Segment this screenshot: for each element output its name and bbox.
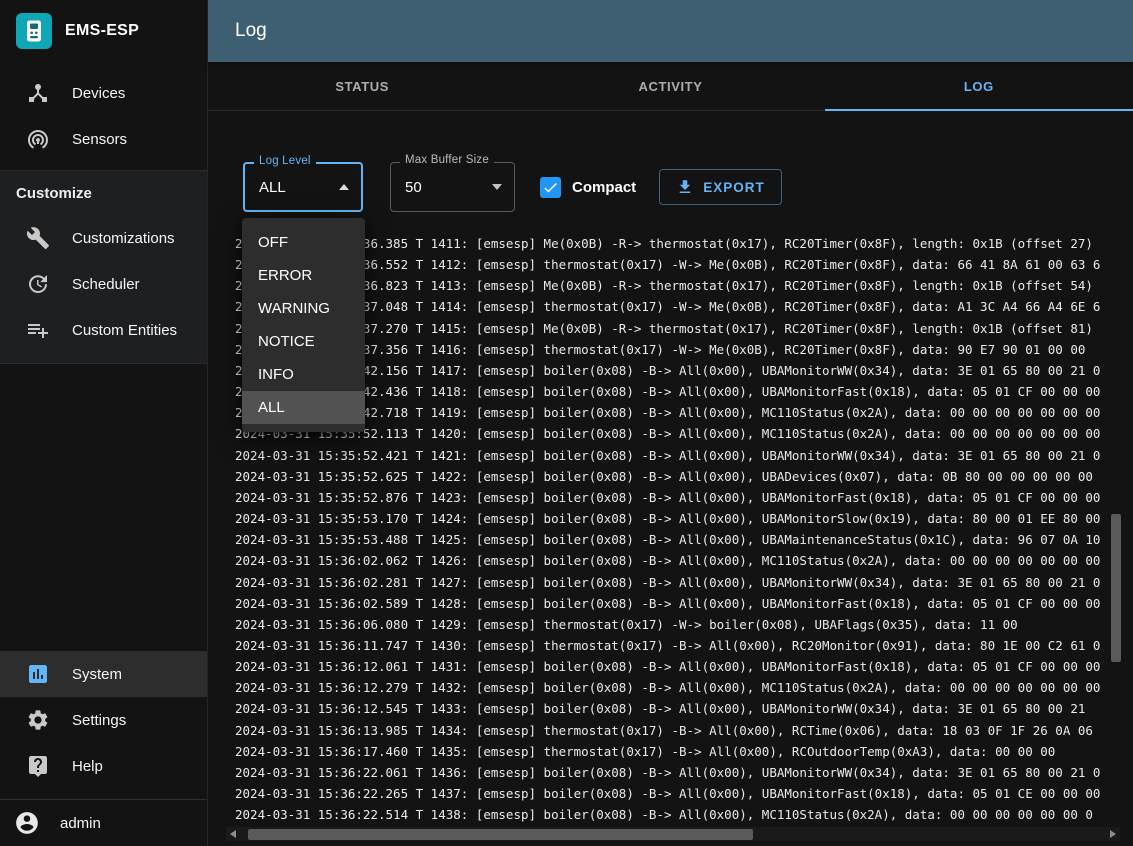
clock-update-icon: [26, 272, 50, 296]
wifi-tethering-icon: [26, 127, 50, 151]
tab-log[interactable]: LOG: [825, 62, 1133, 110]
sidebar-item-label: Customizations: [72, 230, 175, 247]
sidebar-header: EMS-ESP: [0, 0, 207, 62]
log-line: 2024-03-31 15:35:42.436 T 1418: [emsesp]…: [235, 381, 1133, 402]
ems-esp-app: EMS-ESP Devices Sensors Customize: [0, 0, 1133, 846]
sidebar-item-sensors[interactable]: Sensors: [0, 116, 207, 162]
sidebar: EMS-ESP Devices Sensors Customize: [0, 0, 208, 846]
bar-chart-icon: [26, 662, 50, 686]
horizontal-scrollbar-thumb[interactable]: [248, 829, 753, 840]
sidebar-nav-main: Devices Sensors: [0, 62, 207, 162]
horizontal-scrollbar[interactable]: [226, 827, 1120, 841]
menu-item-notice[interactable]: NOTICE: [242, 325, 365, 358]
boiler-logo-icon: [16, 13, 52, 49]
log-line: 2024-03-31 15:35:36.823 T 1413: [emsesp]…: [235, 275, 1133, 296]
log-line: 2024-03-31 15:36:22.061 T 1436: [emsesp]…: [235, 762, 1133, 783]
sidebar-item-custom-entities[interactable]: Custom Entities: [0, 307, 207, 353]
horizontal-scrollbar-track[interactable]: [236, 827, 1110, 841]
tab-status[interactable]: STATUS: [208, 62, 516, 110]
log-line: 2024-03-31 15:36:06.080 T 1429: [emsesp]…: [235, 614, 1133, 635]
user-account-row[interactable]: admin: [0, 800, 207, 846]
menu-item-all[interactable]: ALL: [242, 391, 365, 424]
log-line: 2024-03-31 15:36:13.985 T 1434: [emsesp]…: [235, 720, 1133, 741]
log-line: 2024-03-31 15:35:53.488 T 1425: [emsesp]…: [235, 529, 1133, 550]
sidebar-item-settings[interactable]: Settings: [0, 697, 207, 743]
caret-down-icon: [492, 184, 502, 190]
appbar: Log: [208, 0, 1133, 62]
log-controls: Log Level ALL Max Buffer Size 50 Compact…: [208, 111, 1133, 212]
sidebar-item-label: System: [72, 666, 122, 683]
sidebar-spacer: [0, 364, 207, 651]
compact-checkbox[interactable]: [540, 177, 561, 198]
log-line: 2024-03-31 15:36:02.281 T 1427: [emsesp]…: [235, 572, 1133, 593]
account-circle-icon: [14, 810, 40, 836]
log-line: 2024-03-31 15:36:17.460 T 1435: [emsesp]…: [235, 741, 1133, 762]
menu-item-warning[interactable]: WARNING: [242, 292, 365, 325]
gear-icon: [26, 708, 50, 732]
log-level-value: ALL: [245, 179, 286, 196]
compact-checkbox-row: Compact: [540, 177, 636, 198]
log-line: 2024-03-31 15:35:36.385 T 1411: [emsesp]…: [235, 233, 1133, 254]
log-line: 2024-03-31 15:36:02.062 T 1426: [emsesp]…: [235, 550, 1133, 571]
log-line: 2024-03-31 15:35:52.421 T 1421: [emsesp]…: [235, 445, 1133, 466]
log-line: 2024-03-31 15:35:52.625 T 1422: [emsesp]…: [235, 466, 1133, 487]
sidebar-item-customizations[interactable]: Customizations: [0, 215, 207, 261]
download-icon: [676, 178, 694, 196]
log-line: 2024-03-31 15:35:37.356 T 1416: [emsesp]…: [235, 339, 1133, 360]
caret-up-icon: [339, 184, 349, 190]
log-line: 2024-03-31 15:35:52.876 T 1423: [emsesp]…: [235, 487, 1133, 508]
sidebar-item-label: Help: [72, 758, 103, 775]
menu-item-error[interactable]: ERROR: [242, 259, 365, 292]
max-buffer-label: Max Buffer Size: [400, 154, 494, 166]
page-title: Log: [235, 20, 267, 42]
log-line: 2024-03-31 15:35:53.170 T 1424: [emsesp]…: [235, 508, 1133, 529]
log-line: 2024-03-31 15:36:22.265 T 1437: [emsesp]…: [235, 783, 1133, 804]
playlist-add-icon: [26, 318, 50, 342]
log-line: 2024-03-31 15:35:37.048 T 1414: [emsesp]…: [235, 296, 1133, 317]
tab-bar: STATUS ACTIVITY LOG: [208, 62, 1133, 111]
log-line: 2024-03-31 15:36:12.061 T 1431: [emsesp]…: [235, 656, 1133, 677]
log-level-select[interactable]: Log Level ALL: [243, 162, 363, 212]
log-line: 2024-03-31 15:35:36.552 T 1412: [emsesp]…: [235, 254, 1133, 275]
compact-checkbox-label: Compact: [572, 179, 636, 196]
export-button[interactable]: EXPORT: [659, 169, 782, 205]
log-level-menu: OFF ERROR WARNING NOTICE INFO ALL: [242, 218, 365, 432]
log-line: 2024-03-31 15:36:22.514 T 1438: [emsesp]…: [235, 804, 1133, 825]
wrench-icon: [26, 226, 50, 250]
sidebar-item-label: Sensors: [72, 131, 127, 148]
check-icon: [542, 179, 559, 196]
sidebar-item-label: Custom Entities: [72, 322, 177, 339]
menu-item-off[interactable]: OFF: [242, 226, 365, 259]
log-line: 2024-03-31 15:36:12.545 T 1433: [emsesp]…: [235, 698, 1133, 719]
log-line: 2024-03-31 15:35:42.156 T 1417: [emsesp]…: [235, 360, 1133, 381]
log-line: 2024-03-31 15:36:11.747 T 1430: [emsesp]…: [235, 635, 1133, 656]
log-line: 2024-03-31 15:35:37.270 T 1415: [emsesp]…: [235, 318, 1133, 339]
max-buffer-value: 50: [391, 179, 422, 196]
scroll-right-arrow-icon[interactable]: [1110, 830, 1116, 838]
brand-title: EMS-ESP: [65, 22, 139, 40]
sidebar-item-label: Settings: [72, 712, 126, 729]
log-line: 2024-03-31 15:35:52.113 T 1420: [emsesp]…: [235, 423, 1133, 444]
sidebar-item-help[interactable]: Help: [0, 743, 207, 789]
max-buffer-select[interactable]: Max Buffer Size 50: [390, 162, 515, 212]
menu-item-info[interactable]: INFO: [242, 358, 365, 391]
tab-activity[interactable]: ACTIVITY: [516, 62, 824, 110]
customize-section-label: Customize: [0, 171, 207, 215]
sidebar-item-scheduler[interactable]: Scheduler: [0, 261, 207, 307]
help-icon: [26, 754, 50, 778]
device-hub-icon: [26, 81, 50, 105]
vertical-scrollbar-thumb[interactable]: [1111, 514, 1121, 662]
sidebar-nav-bottom: System Settings Help: [0, 651, 207, 789]
sidebar-item-label: Devices: [72, 85, 125, 102]
user-name: admin: [60, 815, 101, 832]
sidebar-item-system[interactable]: System: [0, 651, 207, 697]
sidebar-item-label: Scheduler: [72, 276, 140, 293]
log-line: 2024-03-31 15:36:02.589 T 1428: [emsesp]…: [235, 593, 1133, 614]
customize-section: Customize Customizations Scheduler Custo…: [0, 170, 207, 364]
sidebar-item-devices[interactable]: Devices: [0, 70, 207, 116]
log-level-label: Log Level: [254, 155, 316, 167]
log-line: 2024-03-31 15:36:12.279 T 1432: [emsesp]…: [235, 677, 1133, 698]
log-line: 2024-03-31 15:35:42.718 T 1419: [emsesp]…: [235, 402, 1133, 423]
export-button-label: EXPORT: [703, 180, 765, 195]
